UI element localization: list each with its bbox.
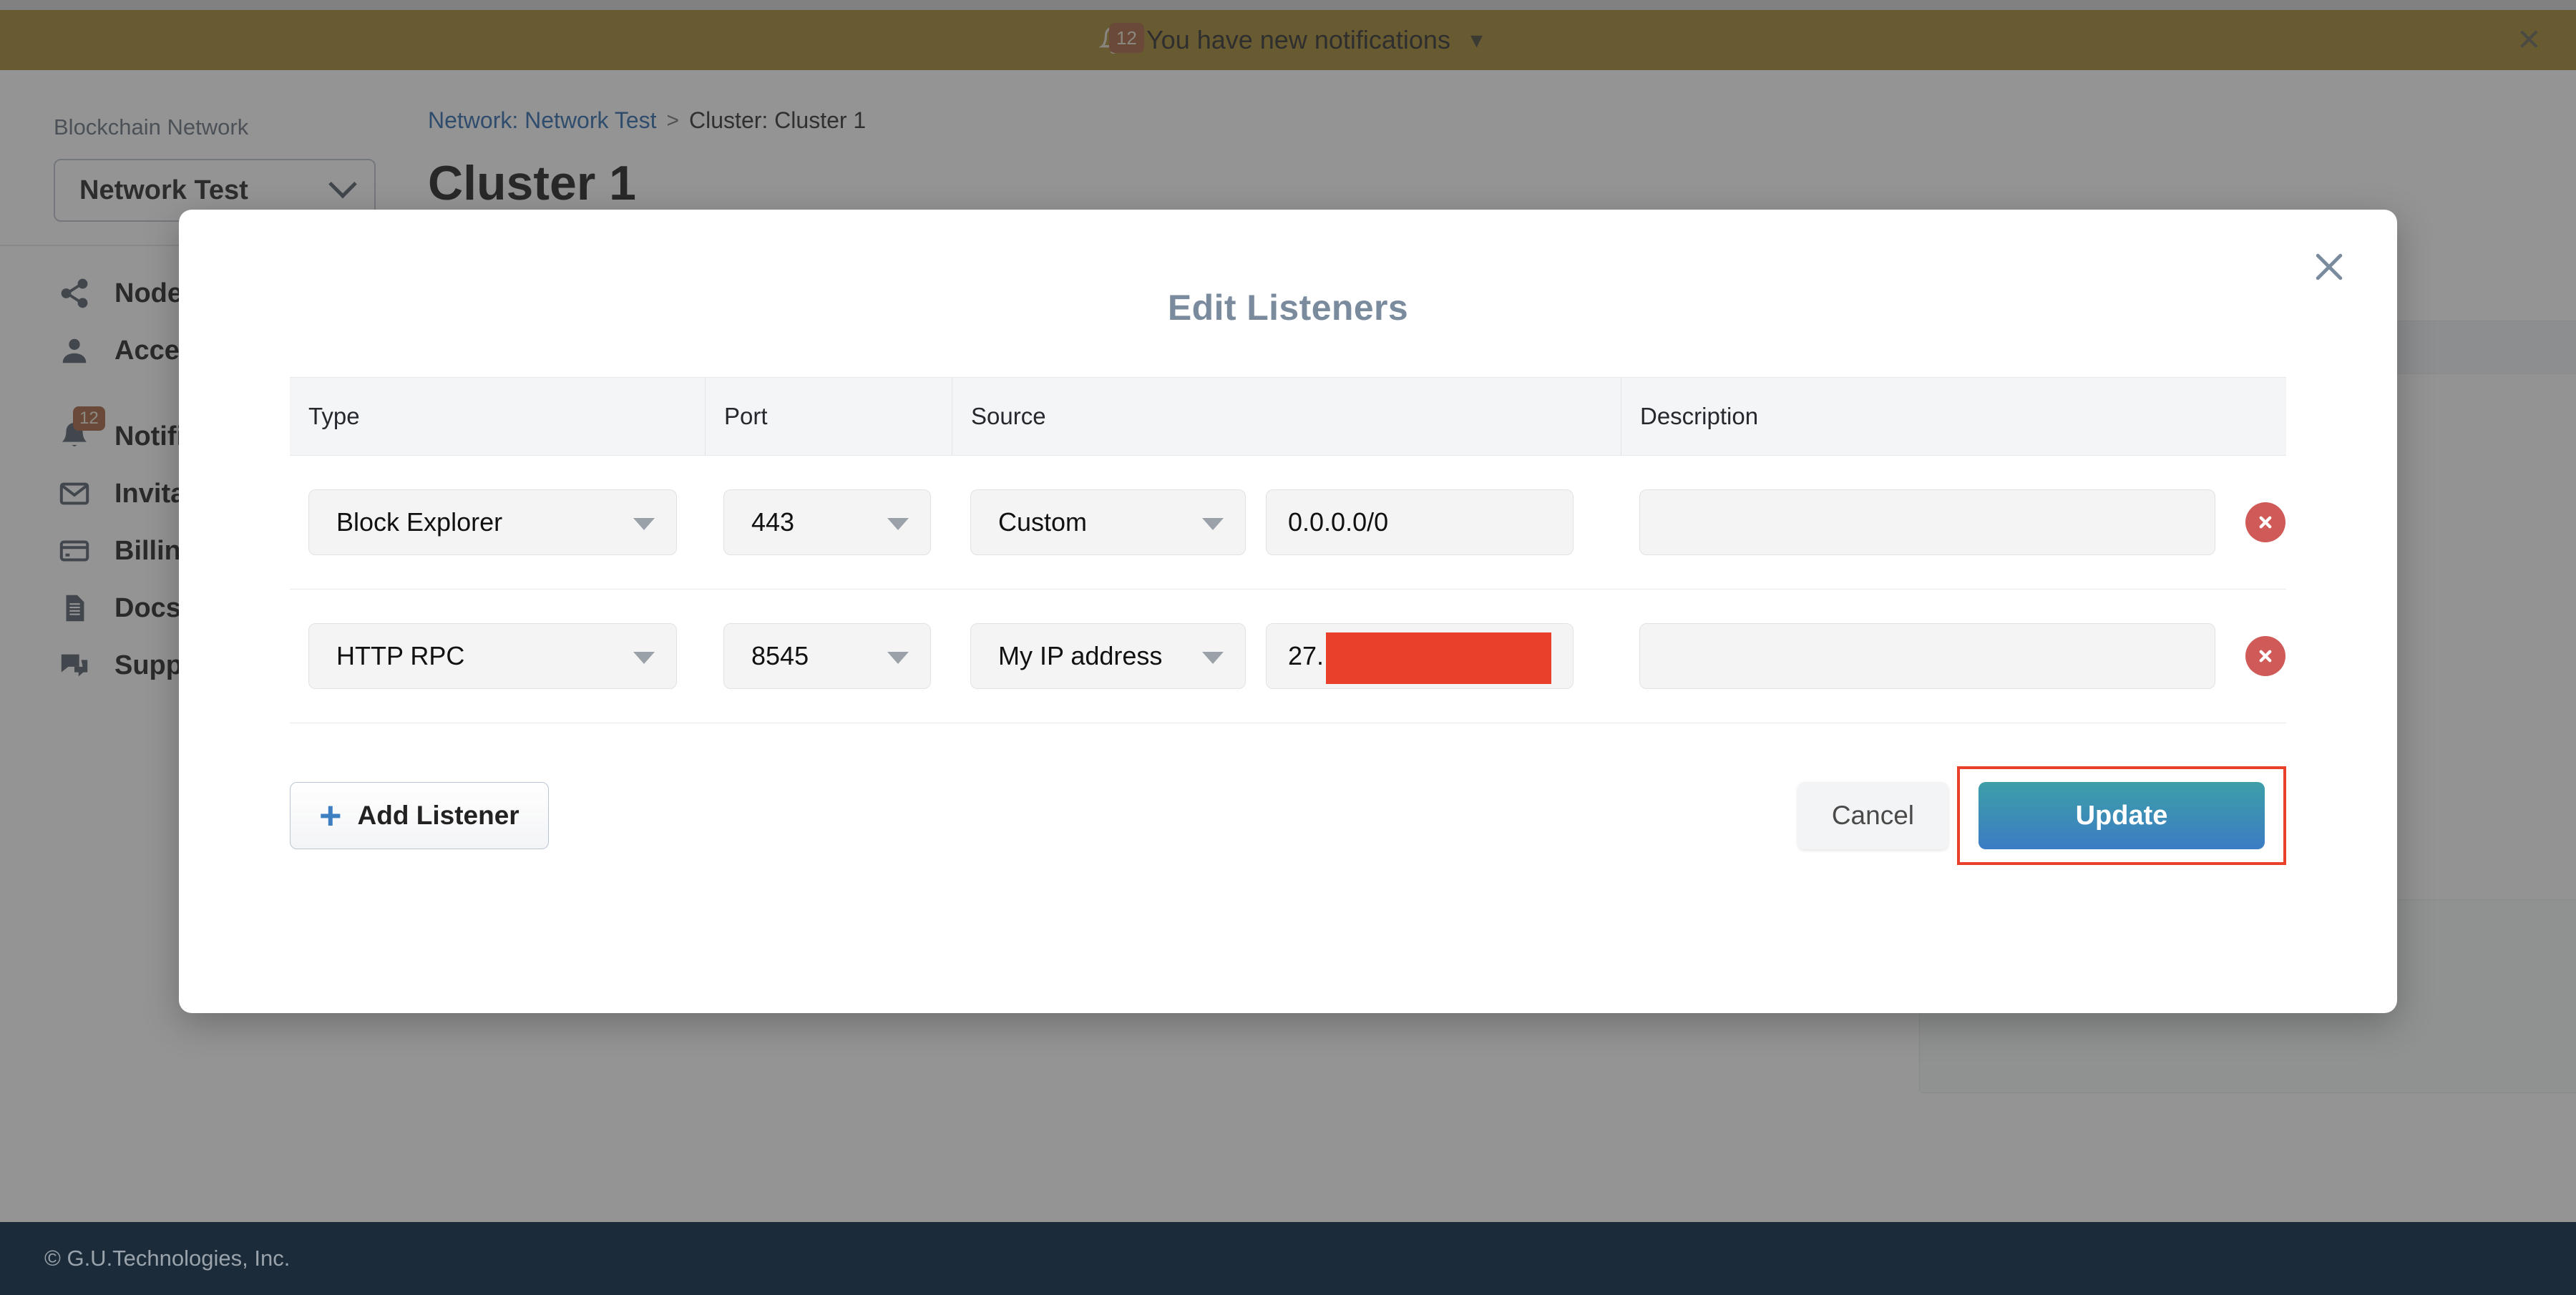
listener-source-select[interactable]: My IP address: [970, 623, 1246, 689]
cell-source: My IP address 27.: [952, 623, 1621, 689]
listener-type-select[interactable]: Block Explorer: [308, 489, 677, 555]
modal-actions: Cancel Update: [1797, 766, 2286, 865]
delete-circle-icon[interactable]: [2245, 502, 2285, 542]
chevron-down-icon: [633, 652, 655, 664]
add-listener-label: Add Listener: [357, 801, 519, 830]
listener-ip-input[interactable]: 0.0.0.0/0: [1266, 489, 1574, 555]
browser-chrome-strip: [0, 0, 2576, 10]
edit-listeners-modal: Edit Listeners Type Port Source Descript…: [179, 210, 2397, 1013]
listener-port-value: 443: [751, 507, 795, 537]
listener-port-value: 8545: [751, 641, 809, 670]
listener-port-select[interactable]: 443: [723, 489, 931, 555]
app-root: 12 You have new notifications ▾ ✕ Blockc…: [0, 0, 2576, 1295]
cell-description: [1621, 489, 2286, 555]
add-listener-button[interactable]: + Add Listener: [290, 782, 549, 849]
modal-title: Edit Listeners: [1167, 288, 1409, 328]
cell-description: [1621, 623, 2286, 689]
update-button-highlight: Update: [1957, 766, 2286, 865]
column-header-description: Description: [1621, 378, 2286, 455]
cell-port: 8545: [705, 623, 952, 689]
copyright-text: © G.U.Technologies, Inc.: [44, 1246, 291, 1271]
modal-footer: + Add Listener Cancel Update: [290, 766, 2286, 865]
update-button[interactable]: Update: [1979, 782, 2265, 849]
listener-description-input[interactable]: [1639, 623, 2215, 689]
listener-source-select[interactable]: Custom: [970, 489, 1246, 555]
table-header-row: Type Port Source Description: [290, 377, 2286, 456]
column-header-type: Type: [308, 403, 360, 429]
listener-port-select[interactable]: 8545: [723, 623, 931, 689]
plus-icon: +: [319, 793, 342, 837]
column-header-port: Port: [705, 378, 952, 455]
delete-circle-icon[interactable]: [2245, 636, 2285, 676]
listener-description-input[interactable]: [1639, 489, 2215, 555]
listener-type-value: HTTP RPC: [336, 641, 465, 670]
listener-type-value: Block Explorer: [336, 507, 503, 537]
listener-type-select[interactable]: HTTP RPC: [308, 623, 677, 689]
column-header-source: Source: [952, 378, 1621, 455]
cell-source: Custom 0.0.0.0/0: [952, 489, 1621, 555]
cell-port: 443: [705, 489, 952, 555]
listener-source-value: My IP address: [998, 641, 1163, 670]
listener-ip-input[interactable]: 27.: [1266, 623, 1574, 689]
modal-close-icon[interactable]: [2304, 242, 2354, 292]
chevron-down-icon: [887, 652, 909, 664]
listener-source-value: Custom: [998, 507, 1088, 537]
table-row: Block Explorer 443 Custom 0.0.0.0/0: [290, 456, 2286, 590]
chevron-down-icon: [633, 518, 655, 530]
chevron-down-icon: [1202, 518, 1224, 530]
chevron-down-icon: [1202, 652, 1224, 664]
chevron-down-icon: [887, 518, 909, 530]
cancel-button[interactable]: Cancel: [1797, 782, 1948, 849]
cell-type: Block Explorer: [290, 489, 705, 555]
listener-ip-value: 27.: [1288, 641, 1324, 670]
cell-type: HTTP RPC: [290, 623, 705, 689]
listener-ip-value: 0.0.0.0/0: [1288, 507, 1389, 537]
table-row: HTTP RPC 8545 My IP address 27.: [290, 590, 2286, 723]
redaction-bar: [1326, 632, 1551, 684]
listeners-table: Type Port Source Description Block Explo…: [290, 377, 2286, 723]
page-footer: © G.U.Technologies, Inc.: [0, 1222, 2576, 1295]
